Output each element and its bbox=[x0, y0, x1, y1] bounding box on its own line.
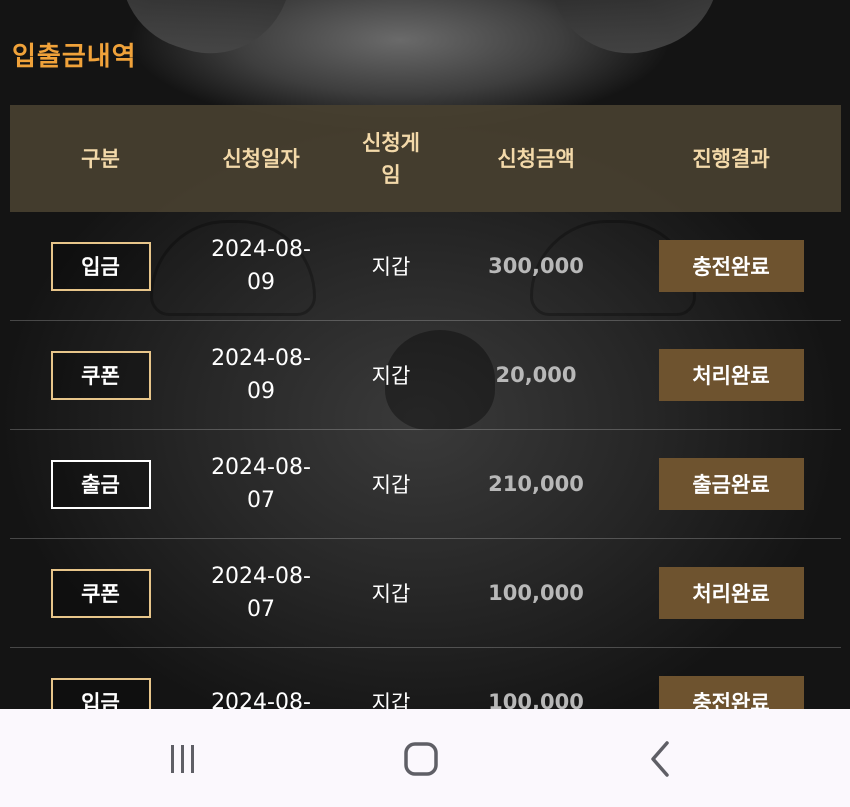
page-title: 입출금내역 bbox=[12, 42, 137, 72]
amount-cell: 20,000 bbox=[495, 363, 577, 387]
game-cell: 지갑 bbox=[371, 473, 411, 497]
table-row[interactable]: 출금 2024-08-07 지갑 210,000 출금완료 bbox=[10, 430, 841, 539]
game-cell: 지갑 bbox=[371, 582, 411, 606]
table-row[interactable]: 쿠폰 2024-08-09 지갑 20,000 처리완료 bbox=[10, 321, 841, 430]
result-badge: 처리완료 bbox=[658, 349, 804, 401]
background-cat-ear-right bbox=[550, 0, 740, 75]
amount-cell: 100,000 bbox=[488, 581, 584, 605]
screen: 입출금내역 구분 신청일자 신청게임 신청금액 진행결과 입금 2024-08-… bbox=[0, 0, 850, 807]
header-game: 신청게임 bbox=[331, 127, 451, 191]
result-badge: 출금완료 bbox=[658, 458, 804, 510]
game-cell: 지갑 bbox=[371, 255, 411, 279]
result-badge: 처리완료 bbox=[658, 567, 804, 619]
table-header: 구분 신청일자 신청게임 신청금액 진행결과 bbox=[10, 105, 841, 212]
header-date: 신청일자 bbox=[222, 146, 300, 171]
date-cell: 2024-08-09 bbox=[211, 346, 311, 404]
date-cell: 2024-08-07 bbox=[211, 455, 311, 513]
header-game-label: 신청게임 bbox=[362, 130, 420, 187]
system-navigation-bar bbox=[0, 709, 850, 807]
table-row[interactable]: 쿠폰 2024-08-07 지갑 100,000 처리완료 bbox=[10, 539, 841, 648]
date-cell: 2024-08-09 bbox=[211, 237, 311, 295]
type-badge: 출금 bbox=[50, 459, 151, 509]
amount-cell: 300,000 bbox=[488, 254, 584, 278]
transaction-table: 구분 신청일자 신청게임 신청금액 진행결과 입금 2024-08-09 지갑 … bbox=[10, 105, 841, 756]
date-cell: 2024-08-07 bbox=[211, 564, 311, 622]
table-row[interactable]: 입금 2024-08-09 지갑 300,000 충전완료 bbox=[10, 212, 841, 321]
type-badge: 입금 bbox=[50, 241, 151, 291]
amount-cell: 210,000 bbox=[488, 472, 584, 496]
result-badge: 충전완료 bbox=[658, 240, 804, 292]
game-cell: 지갑 bbox=[371, 364, 411, 388]
header-result: 진행결과 bbox=[692, 146, 770, 171]
recent-apps-icon bbox=[171, 745, 194, 773]
type-badge: 쿠폰 bbox=[50, 568, 151, 618]
type-badge: 쿠폰 bbox=[50, 350, 151, 400]
header-type: 구분 bbox=[81, 146, 120, 171]
back-button[interactable] bbox=[640, 739, 680, 779]
back-icon bbox=[651, 741, 669, 777]
home-button[interactable] bbox=[398, 739, 444, 779]
header-amount: 신청금액 bbox=[497, 146, 575, 171]
recent-apps-button[interactable] bbox=[160, 739, 206, 779]
home-icon bbox=[404, 742, 438, 776]
